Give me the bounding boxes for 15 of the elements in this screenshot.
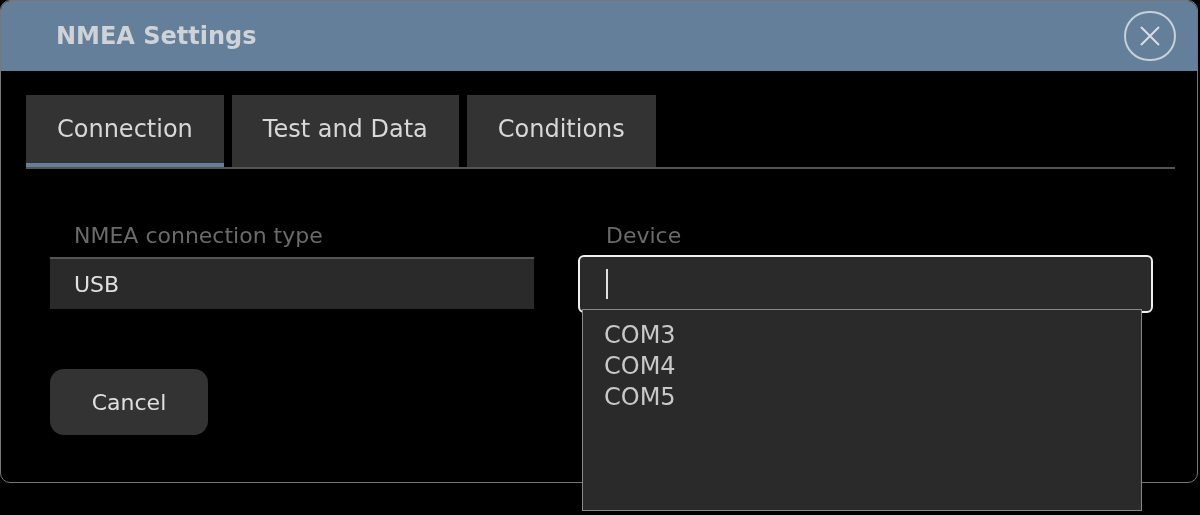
dropdown-option[interactable]: COM3 bbox=[604, 320, 676, 351]
cancel-button[interactable]: Cancel bbox=[50, 369, 208, 435]
field-label: Device bbox=[606, 222, 683, 250]
device-input-field[interactable] bbox=[578, 255, 1153, 313]
text-cursor bbox=[606, 269, 608, 299]
field-label: NMEA connection type bbox=[74, 222, 324, 250]
connection-type-field[interactable]: USB bbox=[50, 257, 534, 309]
close-button[interactable] bbox=[1124, 11, 1176, 61]
tab[interactable]: Test and Data bbox=[231, 95, 459, 167]
dropdown-option[interactable]: COM4 bbox=[604, 351, 676, 382]
window-title: NMEA Settings bbox=[56, 21, 257, 52]
tab[interactable]: Conditions bbox=[466, 95, 656, 167]
tab[interactable]: Connection bbox=[26, 95, 224, 167]
dropdown-option[interactable]: COM5 bbox=[604, 382, 676, 413]
close-icon bbox=[1139, 25, 1161, 47]
